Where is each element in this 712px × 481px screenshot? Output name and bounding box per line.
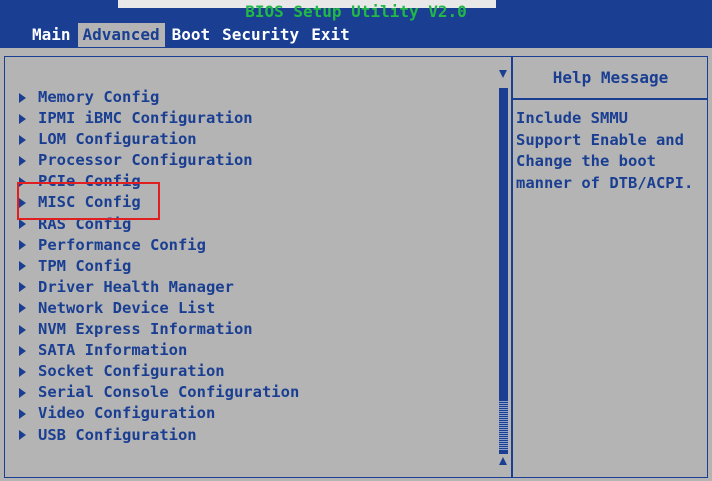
help-message: Include SMMU Support Enable and Change t… <box>516 108 706 194</box>
option-processor-configuration[interactable]: Processor Configuration <box>16 150 299 171</box>
option-network-device-list[interactable]: Network Device List <box>16 298 299 319</box>
option-nvm-express-information[interactable]: NVM Express Information <box>16 319 299 340</box>
options-panel: Memory Config IPMI iBMC Configuration LO… <box>8 64 510 474</box>
menu-boot[interactable]: Boot <box>167 23 216 47</box>
scroll-thumb[interactable] <box>499 400 508 450</box>
submenu-arrow-icon <box>19 176 26 187</box>
submenu-arrow-icon <box>19 303 26 314</box>
option-misc-config[interactable]: MISC Config <box>16 192 299 213</box>
menu-exit[interactable]: Exit <box>306 23 355 47</box>
help-line: Support Enable and <box>516 130 684 149</box>
submenu-arrow-icon <box>19 219 26 230</box>
submenu-arrow-icon <box>19 155 26 166</box>
help-line: Include SMMU <box>516 109 628 127</box>
option-video-configuration[interactable]: Video Configuration <box>16 403 299 424</box>
help-line: Change the boot <box>516 152 656 170</box>
submenu-arrow-icon <box>19 408 26 419</box>
option-tpm-config[interactable]: TPM Config <box>16 256 299 277</box>
help-separator <box>513 98 708 100</box>
panel-divider <box>511 56 513 478</box>
submenu-arrow-icon <box>19 282 26 293</box>
menu-main[interactable]: Main <box>27 23 76 47</box>
option-pcie-config[interactable]: PCIe Config <box>16 171 299 192</box>
option-usb-configuration[interactable]: USB Configuration <box>16 425 299 446</box>
submenu-arrow-icon <box>19 430 26 441</box>
menu-advanced[interactable]: Advanced <box>77 23 165 47</box>
submenu-arrow-icon <box>19 92 26 103</box>
option-lom-configuration[interactable]: LOM Configuration <box>16 129 299 150</box>
option-serial-console-configuration[interactable]: Serial Console Configuration <box>16 382 299 403</box>
submenu-arrow-icon <box>19 198 26 209</box>
top-bar: BIOS Setup Utility V2.0 Main Advanced Bo… <box>0 0 712 48</box>
submenu-arrow-icon <box>19 261 26 272</box>
help-line: manner of DTB/ACPI. <box>516 173 694 192</box>
submenu-arrow-icon <box>19 324 26 335</box>
help-title: Help Message <box>552 68 669 87</box>
submenu-arrow-icon <box>19 345 26 356</box>
bios-title: BIOS Setup Utility V2.0 <box>245 2 467 21</box>
submenu-arrow-icon <box>19 387 26 398</box>
scroll-up-arrow-icon[interactable] <box>499 457 507 465</box>
submenu-arrow-icon <box>19 240 26 251</box>
submenu-arrow-icon <box>19 113 26 124</box>
option-ras-config[interactable]: RAS Config <box>16 214 299 235</box>
option-socket-configuration[interactable]: Socket Configuration <box>16 361 299 382</box>
menu-security[interactable]: Security <box>217 23 304 47</box>
scrollbar[interactable] <box>498 70 510 468</box>
option-sata-information[interactable]: SATA Information <box>16 340 299 361</box>
scroll-down-arrow-icon[interactable] <box>499 70 507 78</box>
option-driver-health-manager[interactable]: Driver Health Manager <box>16 277 299 298</box>
option-ipmi-ibmc-configuration[interactable]: IPMI iBMC Configuration <box>16 108 299 129</box>
submenu-arrow-icon <box>19 134 26 145</box>
options-list: Memory Config IPMI iBMC Configuration LO… <box>16 87 299 446</box>
submenu-arrow-icon <box>19 366 26 377</box>
option-performance-config[interactable]: Performance Config <box>16 235 299 256</box>
option-memory-config[interactable]: Memory Config <box>16 87 299 108</box>
main-menu: Main Advanced Boot Security Exit <box>27 23 357 47</box>
